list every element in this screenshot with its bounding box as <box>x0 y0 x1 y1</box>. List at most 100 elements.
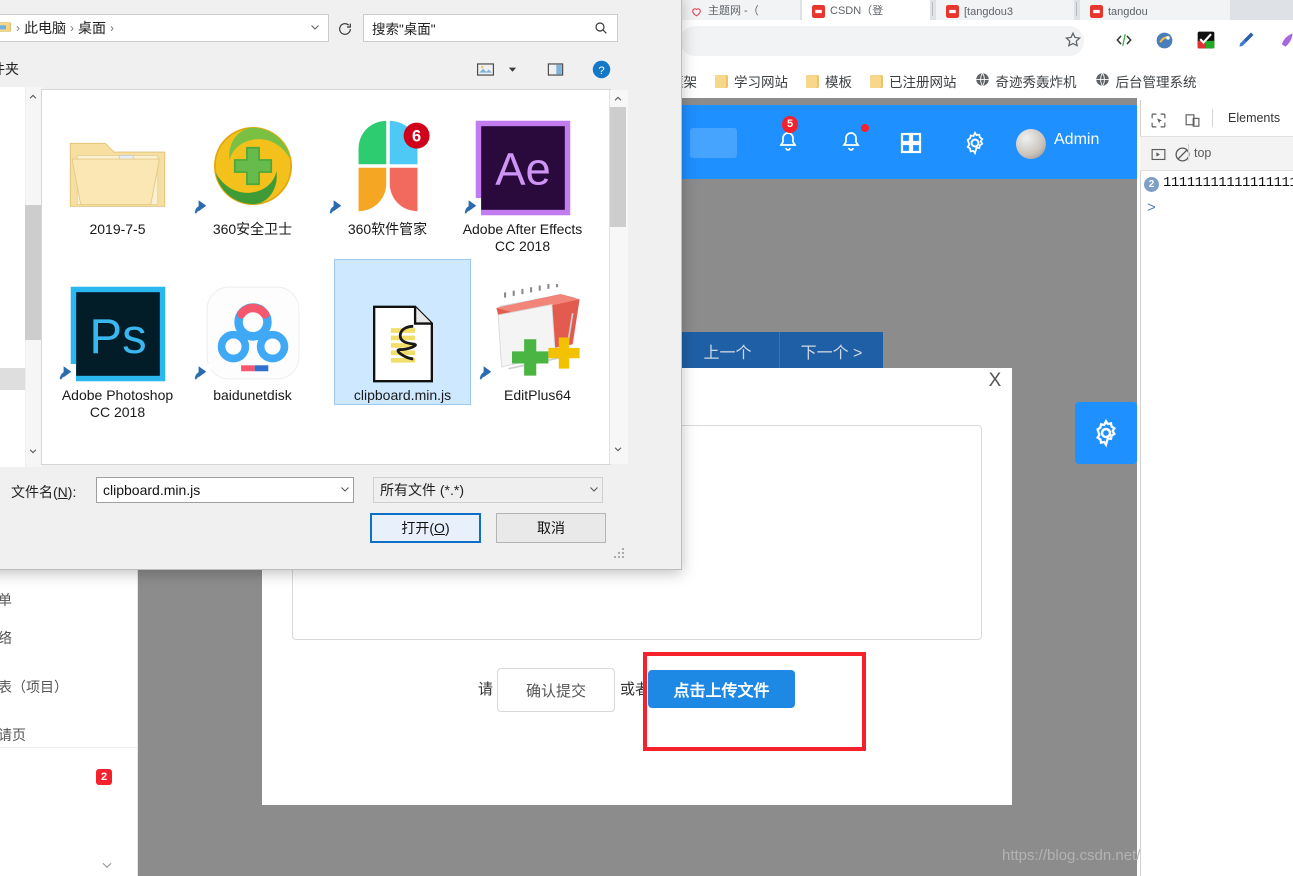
file-item[interactable]: baidunetdisk <box>185 260 320 404</box>
scroll-down-icon[interactable] <box>25 443 41 459</box>
cancel-button[interactable]: 取消 <box>496 513 606 543</box>
help-icon[interactable]: ? <box>589 57 613 81</box>
avatar[interactable] <box>1016 129 1046 159</box>
address-bar[interactable] <box>680 26 1084 56</box>
preview-pane-icon[interactable] <box>543 57 567 81</box>
folder-icon <box>50 94 185 218</box>
open-button[interactable]: 打开(O) <box>370 513 481 543</box>
devtools-tab-elements[interactable]: Elements <box>1228 111 1280 125</box>
shortcut-overlay-icon <box>191 364 211 384</box>
open-button-tail: ) <box>444 520 450 536</box>
browser-tab[interactable]: [tangdou3 <box>936 0 1074 20</box>
file-item[interactable]: 360安全卫士 <box>185 94 320 238</box>
bookmark-item[interactable]: 模板 <box>797 64 861 98</box>
svg-text:?: ? <box>598 64 604 76</box>
chevron-down-icon[interactable] <box>339 483 351 498</box>
message-bell-icon[interactable] <box>838 128 864 156</box>
view-layout-icon[interactable] <box>473 57 497 81</box>
gear-icon[interactable] <box>961 129 989 157</box>
file-item[interactable]: Ae Adobe After Effects CC 2018 <box>455 94 590 255</box>
user-name-label[interactable]: Admin <box>1054 131 1099 149</box>
settings-float-button[interactable] <box>1075 402 1137 464</box>
scroll-down-icon[interactable] <box>610 441 626 457</box>
devtools-panel <box>1140 100 1293 876</box>
clear-console-icon[interactable] <box>1172 144 1192 164</box>
breadcrumb-part[interactable]: 桌面 <box>78 18 106 38</box>
sidebar-divider <box>0 747 137 748</box>
bookmark-label: 学习网站 <box>734 75 788 90</box>
file-name: 360安全卫士 <box>212 221 293 237</box>
console-prompt[interactable]: > <box>1147 199 1156 216</box>
file-name: EditPlus64 <box>504 387 571 403</box>
brush-icon[interactable] <box>1270 24 1293 56</box>
shortcut-overlay-icon <box>326 198 346 218</box>
file-name: clipboard.min.js <box>353 387 452 403</box>
prev-button[interactable]: 上一个 <box>676 332 779 369</box>
file-item[interactable]: 2019-7-5 <box>50 94 185 238</box>
bookmark-item[interactable]: 后台管理系统 <box>1086 64 1206 98</box>
file-item[interactable]: 6 360软件管家 <box>320 94 455 238</box>
browser-tab[interactable]: tangdou <box>1080 0 1230 20</box>
search-input-value: 搜索"桌面" <box>372 22 436 37</box>
filename-input[interactable]: clipboard.min.js <box>96 477 354 503</box>
device-toolbar-icon[interactable] <box>1182 110 1202 130</box>
refresh-icon[interactable] <box>333 17 357 41</box>
file-item[interactable]: clipboard.min.js <box>334 259 471 405</box>
shortcut-overlay-icon <box>56 364 76 384</box>
checkmark-icon[interactable] <box>1190 24 1222 56</box>
devtools-toolbar-separator <box>1212 109 1213 127</box>
breadcrumb[interactable]: › 此电脑 › 桌面 › <box>0 14 329 42</box>
console-message: 11111111111111111 <box>1163 175 1293 191</box>
scroll-up-icon[interactable] <box>25 89 41 105</box>
search-icon[interactable] <box>593 20 609 39</box>
360-safe-icon <box>185 94 320 218</box>
browser-tab[interactable]: CSDN（登 <box>802 0 930 20</box>
tree-selected-row[interactable] <box>0 368 25 390</box>
file-type-filter[interactable]: 所有文件 (*.*) <box>373 477 603 503</box>
eyedropper-icon[interactable] <box>1230 24 1262 56</box>
chevron-down-icon[interactable] <box>588 483 600 498</box>
grid-icon[interactable] <box>898 130 924 156</box>
360-software-icon: 6 <box>320 94 455 218</box>
heart-icon <box>690 5 703 18</box>
inspect-icon[interactable] <box>1148 110 1168 130</box>
tab-title: tangdou <box>1108 6 1148 18</box>
confirm-submit-button[interactable]: 确认提交 <box>497 668 615 712</box>
scroll-up-icon[interactable] <box>610 91 626 107</box>
sidebar-item[interactable]: 络 <box>0 628 12 648</box>
tab-separator <box>932 2 933 16</box>
sidebar-item[interactable]: 表（项目） <box>0 677 68 697</box>
next-button[interactable]: 下一个 > <box>779 332 883 369</box>
console-toolbar-separator <box>1188 144 1189 161</box>
file-item[interactable]: Ps Adobe Photoshop CC 2018 <box>50 260 185 421</box>
open-button-accel: O <box>434 520 445 536</box>
bookmark-item[interactable]: 奇迹秀轰炸机 <box>966 64 1086 98</box>
run-script-icon[interactable] <box>1148 144 1168 164</box>
bookmark-item[interactable]: 已注册网站 <box>861 64 966 98</box>
browser-tab[interactable]: 主题网 -（ <box>680 0 800 20</box>
file-item[interactable]: EditPlus64 <box>470 260 605 404</box>
file-list-scrollbar-thumb[interactable] <box>610 107 626 227</box>
chevron-down-icon[interactable] <box>100 858 114 875</box>
tree-scrollbar-thumb[interactable] <box>25 205 41 340</box>
search-input[interactable]: 搜索"桌面" <box>363 14 618 42</box>
new-folder-button[interactable]: 新建文件夹 <box>0 59 19 79</box>
resize-grip[interactable] <box>614 548 626 560</box>
extension-icon[interactable] <box>1148 24 1180 56</box>
chevron-down-icon[interactable] <box>309 21 321 36</box>
bookmark-label: 奇迹秀轰炸机 <box>995 75 1077 90</box>
tab-separator <box>1076 2 1077 16</box>
bookmark-item[interactable]: 学习网站 <box>706 64 797 98</box>
sidebar-item[interactable]: 请页 <box>0 725 26 745</box>
breadcrumb-part[interactable]: 此电脑 <box>24 18 66 38</box>
app-sidebar: 单 络 表（项目） 请页 <box>0 570 138 876</box>
photoshop-icon: Ps <box>50 260 185 384</box>
code-icon[interactable] <box>1108 24 1140 56</box>
sidebar-badge: 2 <box>96 769 113 785</box>
star-icon[interactable] <box>1057 24 1089 56</box>
console-context-selector[interactable]: top <box>1194 146 1211 160</box>
sidebar-item[interactable]: 单 <box>0 590 12 610</box>
chevron-down-icon[interactable] <box>504 57 520 81</box>
upload-file-button[interactable]: 点击上传文件 <box>648 670 795 708</box>
close-icon[interactable]: X <box>984 370 1006 392</box>
